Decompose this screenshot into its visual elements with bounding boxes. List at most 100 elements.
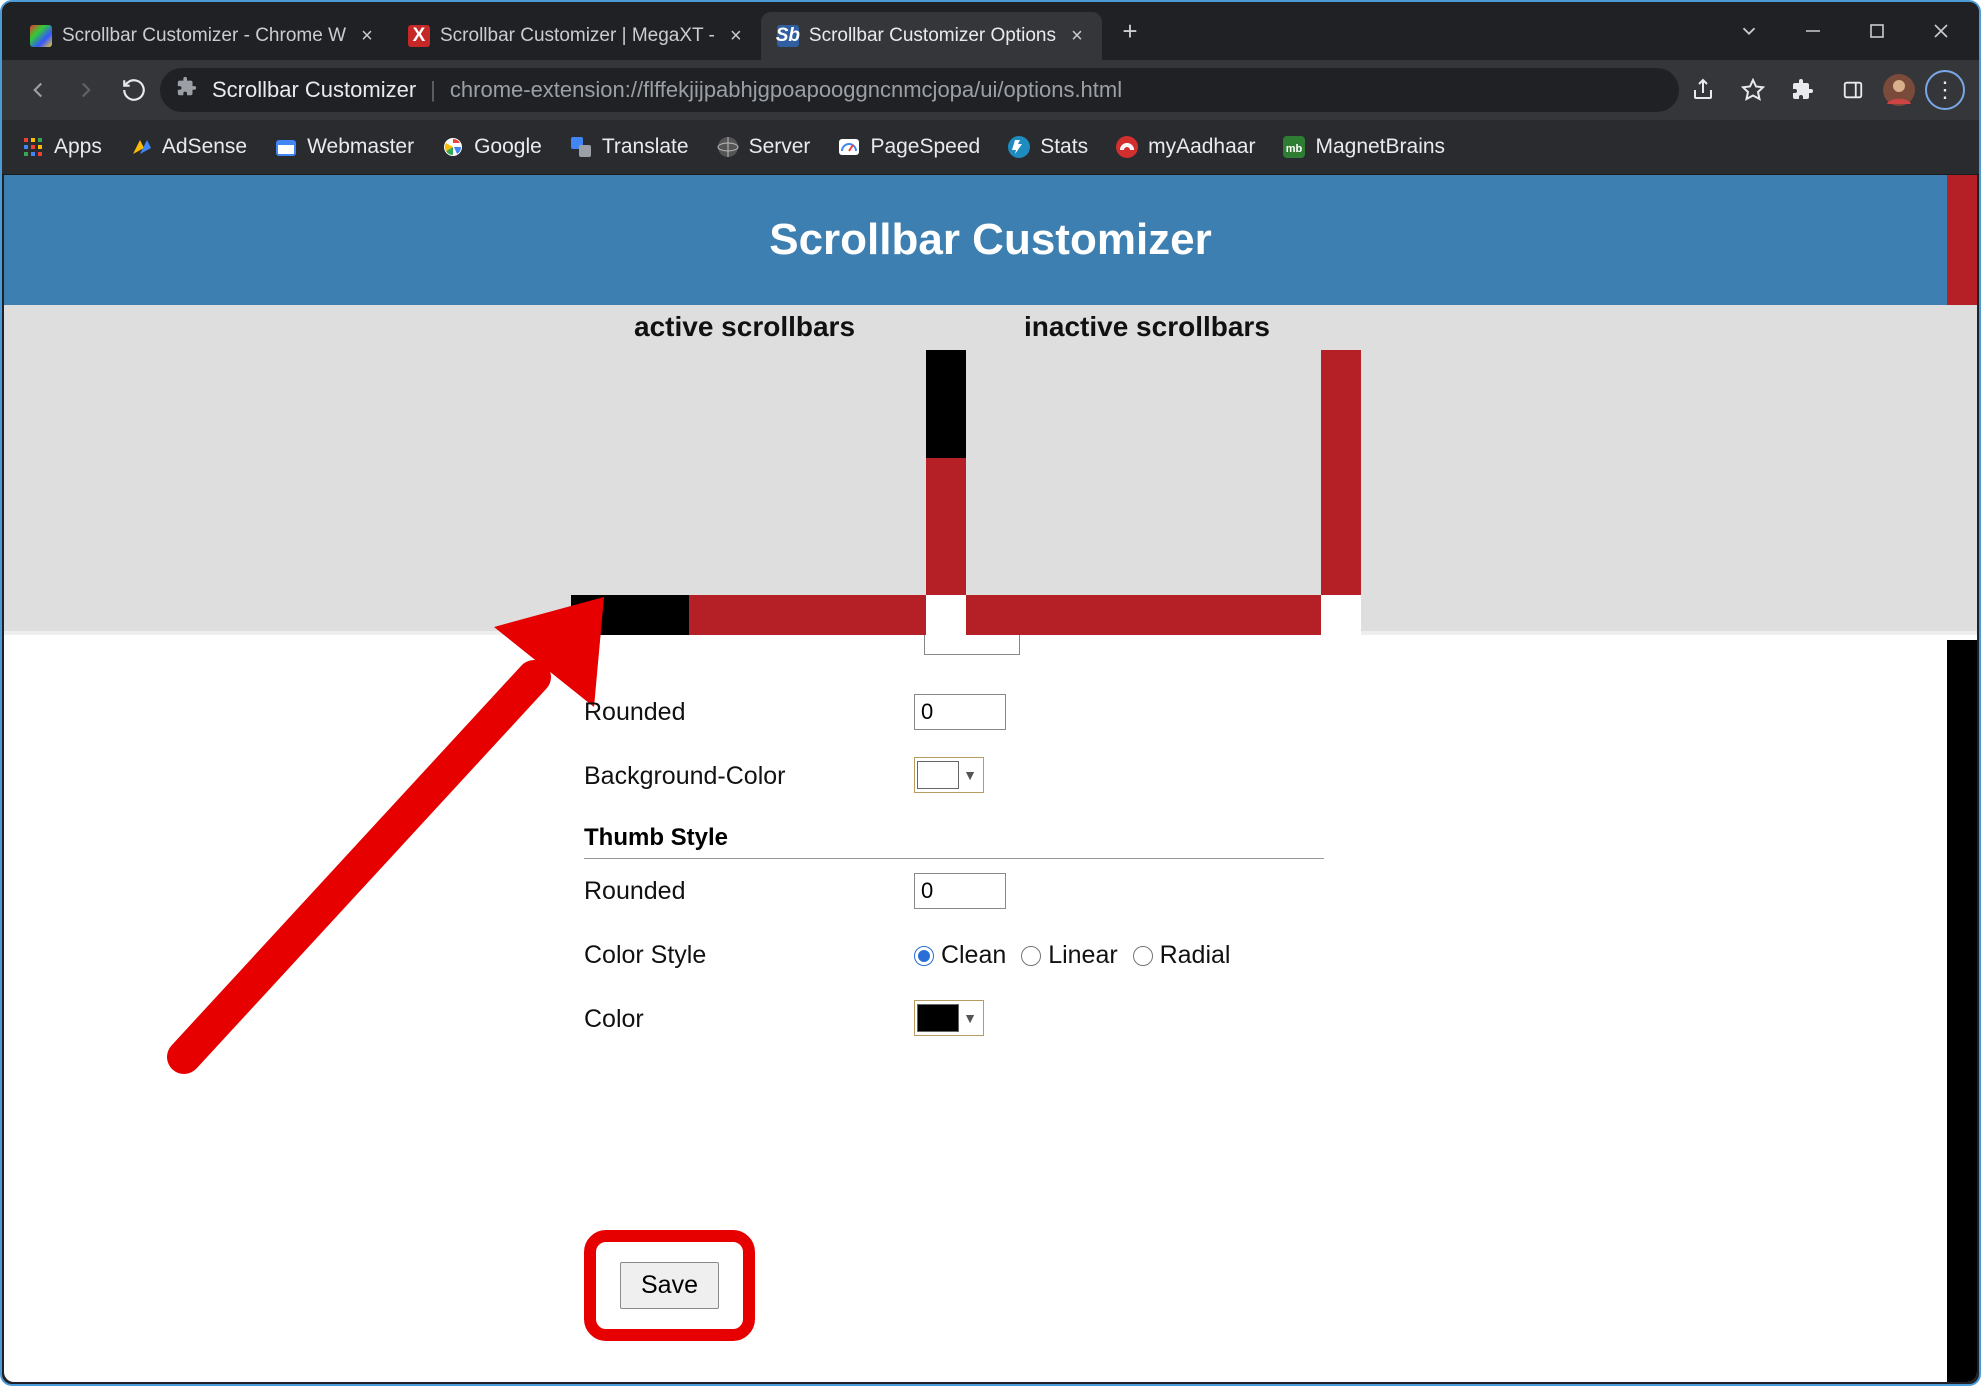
bookmark-apps[interactable]: Apps xyxy=(22,135,102,159)
tab-0[interactable]: Scrollbar Customizer - Chrome W × xyxy=(14,12,392,60)
pagespeed-icon xyxy=(838,136,860,158)
bookmark-label: Server xyxy=(749,135,811,159)
stats-icon xyxy=(1008,136,1030,158)
reload-button[interactable] xyxy=(112,68,156,112)
bookmark-label: AdSense xyxy=(162,135,247,159)
sb-icon: Sb xyxy=(777,25,799,47)
close-icon[interactable]: × xyxy=(356,25,378,47)
address-url: chrome-extension://flffekjijpabhjgpoapoo… xyxy=(450,77,1122,103)
apps-icon xyxy=(22,136,44,158)
toolbar-right: ⋮ xyxy=(1683,70,1965,110)
inactive-label: inactive scrollbars xyxy=(1024,311,1270,343)
close-window-button[interactable] xyxy=(1909,6,1973,56)
bookmark-pagespeed[interactable]: PageSpeed xyxy=(838,135,980,159)
adsense-icon xyxy=(130,136,152,158)
save-annotation: Save xyxy=(584,1230,755,1341)
extension-icon xyxy=(176,76,198,104)
new-tab-button[interactable]: + xyxy=(1112,13,1148,49)
bookmark-magnetbrains[interactable]: mb MagnetBrains xyxy=(1283,135,1445,159)
google-icon xyxy=(442,136,464,158)
bgcolor-picker[interactable]: ▼ xyxy=(914,757,984,793)
address-bar[interactable]: Scrollbar Customizer | chrome-extension:… xyxy=(160,68,1679,112)
bookmark-google[interactable]: Google xyxy=(442,135,542,159)
address-extension-name: Scrollbar Customizer xyxy=(212,77,416,103)
radio-radial[interactable]: Radial xyxy=(1133,941,1231,969)
bookmark-stats[interactable]: Stats xyxy=(1008,135,1088,159)
bookmark-translate[interactable]: Translate xyxy=(570,135,689,159)
color-label: Color xyxy=(584,1005,914,1034)
tab-strip: Scrollbar Customizer - Chrome W × X Scro… xyxy=(14,2,1717,60)
decor-red-strip-top xyxy=(1947,175,1977,305)
tab-title: Scrollbar Customizer Options xyxy=(809,25,1056,47)
bgcolor-label: Background-Color xyxy=(584,762,914,791)
tab-2-active[interactable]: Sb Scrollbar Customizer Options × xyxy=(761,12,1102,60)
save-button[interactable]: Save xyxy=(620,1262,719,1309)
active-label: active scrollbars xyxy=(634,311,855,343)
separator: | xyxy=(430,77,436,103)
active-vtrack-red xyxy=(926,458,966,600)
rounded-input[interactable] xyxy=(914,694,1006,730)
aadhaar-icon xyxy=(1116,136,1138,158)
mb-icon: mb xyxy=(1283,136,1305,158)
radio-radial-label: Radial xyxy=(1160,941,1231,969)
active-corner xyxy=(926,595,966,635)
tab-title: Scrollbar Customizer - Chrome W xyxy=(62,25,346,47)
window-controls xyxy=(1781,2,1979,60)
color-picker[interactable]: ▼ xyxy=(914,1000,984,1036)
bookmark-label: myAadhaar xyxy=(1148,135,1255,159)
page-scrollbar-thumb[interactable] xyxy=(1947,640,1977,1382)
tab-1[interactable]: X Scrollbar Customizer | MegaXT - × xyxy=(392,12,761,60)
radio-linear-label: Linear xyxy=(1048,941,1118,969)
scrollbar-preview: active scrollbars inactive scrollbars xyxy=(4,305,1977,635)
sidepanel-icon[interactable] xyxy=(1833,70,1873,110)
radio-clean-label: Clean xyxy=(941,941,1006,969)
page-title-text: Scrollbar Customizer xyxy=(769,215,1212,265)
bookmarks-bar: Apps AdSense Webmaster Google Translate xyxy=(2,120,1979,175)
tab-search-icon[interactable] xyxy=(1717,2,1781,60)
translate-icon xyxy=(570,136,592,158)
options-form: Rounded Background-Color ▼ Thumb Style R… xyxy=(584,640,1937,1051)
forward-button[interactable] xyxy=(64,68,108,112)
back-button[interactable] xyxy=(16,68,60,112)
svg-text:mb: mb xyxy=(1286,143,1303,155)
bookmark-server[interactable]: Server xyxy=(717,135,811,159)
close-icon[interactable]: × xyxy=(1066,25,1088,47)
bookmark-aadhaar[interactable]: myAadhaar xyxy=(1116,135,1255,159)
radio-clean[interactable]: Clean xyxy=(914,941,1006,969)
thumb-style-heading: Thumb Style xyxy=(584,818,1324,859)
share-icon[interactable] xyxy=(1683,70,1723,110)
active-htrack-red xyxy=(689,595,926,635)
color-chip-black xyxy=(917,1004,959,1032)
rounded-label: Rounded xyxy=(584,698,914,727)
profile-avatar[interactable] xyxy=(1883,74,1915,106)
bookmark-star-icon[interactable] xyxy=(1733,70,1773,110)
radio-linear[interactable]: Linear xyxy=(1021,941,1117,969)
active-scrollbar-preview xyxy=(571,350,966,635)
browser-window: Scrollbar Customizer - Chrome W × X Scro… xyxy=(0,0,1981,1386)
inactive-vbar-red xyxy=(1321,350,1361,600)
tab-title: Scrollbar Customizer | MegaXT - xyxy=(440,25,715,47)
toolbar: Scrollbar Customizer | chrome-extension:… xyxy=(2,60,1979,120)
maximize-button[interactable] xyxy=(1845,6,1909,56)
active-hthumb-black xyxy=(571,595,689,635)
inactive-corner xyxy=(1321,595,1361,635)
bookmark-webmaster[interactable]: Webmaster xyxy=(275,135,414,159)
bookmark-label: Google xyxy=(474,135,542,159)
minimize-button[interactable] xyxy=(1781,6,1845,56)
chevron-down-icon: ▼ xyxy=(959,767,981,783)
color-chip-white xyxy=(917,761,959,789)
rainbow-icon xyxy=(30,25,52,47)
extensions-icon[interactable] xyxy=(1783,70,1823,110)
x-icon: X xyxy=(408,25,430,47)
bookmark-label: MagnetBrains xyxy=(1315,135,1445,159)
page-viewport: Scrollbar Customizer active scrollbars i… xyxy=(4,175,1977,1382)
more-menu-button[interactable]: ⋮ xyxy=(1925,70,1965,110)
bookmark-adsense[interactable]: AdSense xyxy=(130,135,247,159)
close-icon[interactable]: × xyxy=(725,25,747,47)
annotation-arrow-icon xyxy=(124,557,644,1077)
thumb-rounded-input[interactable] xyxy=(914,873,1006,909)
thumb-rounded-label: Rounded xyxy=(584,877,914,906)
colorstyle-label: Color Style xyxy=(584,941,914,970)
webmaster-icon xyxy=(275,136,297,158)
active-vthumb-black xyxy=(926,350,966,458)
